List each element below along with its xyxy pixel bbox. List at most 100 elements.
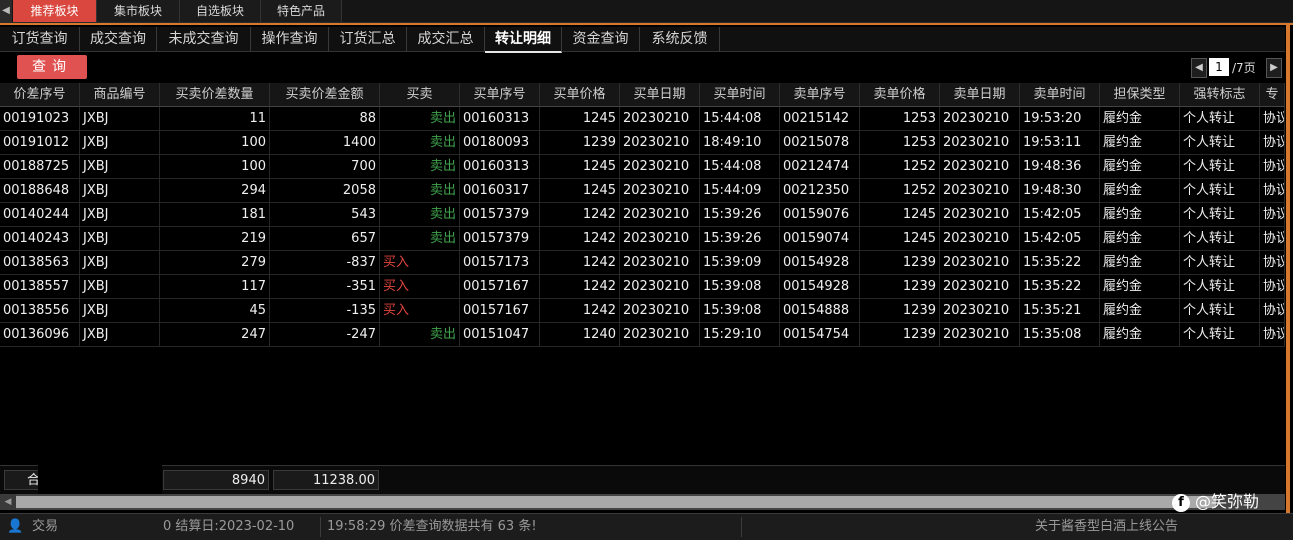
cell-spread-id[interactable]: 00140244 xyxy=(0,203,80,227)
cell-sell-date[interactable]: 20230210 xyxy=(940,227,1020,251)
scrollbar-thumb[interactable] xyxy=(16,496,1216,508)
cell-spread-qty[interactable]: 117 xyxy=(160,275,270,299)
cell-buy-time[interactable]: 15:44:08 xyxy=(700,107,780,131)
cell-buy-time[interactable]: 15:44:08 xyxy=(700,155,780,179)
cell-sell-price[interactable]: 1239 xyxy=(860,251,940,275)
cell-buy-price[interactable]: 1240 xyxy=(540,323,620,347)
cell-side[interactable]: 买入 xyxy=(380,251,460,275)
cell-buy-date[interactable]: 20230210 xyxy=(620,323,700,347)
cell-special[interactable]: 协议 xyxy=(1260,323,1285,347)
cell-sell-time[interactable]: 19:48:36 xyxy=(1020,155,1100,179)
cell-sell-order-id[interactable]: 00212474 xyxy=(780,155,860,179)
cell-spread-qty[interactable]: 181 xyxy=(160,203,270,227)
cell-buy-price[interactable]: 1245 xyxy=(540,107,620,131)
page-number-input[interactable]: 1 xyxy=(1209,58,1229,76)
cell-buy-price[interactable]: 1239 xyxy=(540,131,620,155)
cell-sell-order-id[interactable]: 00154928 xyxy=(780,251,860,275)
cell-product-code[interactable]: JXBJ xyxy=(80,131,160,155)
next-page-icon[interactable]: ▶ xyxy=(1266,58,1282,78)
cell-sell-order-id[interactable]: 00215142 xyxy=(780,107,860,131)
cell-force-flag[interactable]: 个人转让 xyxy=(1180,203,1260,227)
cell-spread-qty[interactable]: 45 xyxy=(160,299,270,323)
cell-product-code[interactable]: JXBJ xyxy=(80,227,160,251)
cell-spread-amount[interactable]: 2058 xyxy=(270,179,380,203)
cell-buy-time[interactable]: 18:49:10 xyxy=(700,131,780,155)
cell-sell-date[interactable]: 20230210 xyxy=(940,107,1020,131)
cell-guarantee-type[interactable]: 履约金 xyxy=(1100,131,1180,155)
cell-sell-price[interactable]: 1245 xyxy=(860,203,940,227)
tab-fund-query[interactable]: 资金查询 xyxy=(562,27,640,51)
cell-spread-amount[interactable]: -837 xyxy=(270,251,380,275)
tab-system-feedback[interactable]: 系统反馈 xyxy=(640,27,720,51)
cell-buy-order-id[interactable]: 00157167 xyxy=(460,299,540,323)
cell-sell-time[interactable]: 15:35:08 xyxy=(1020,323,1100,347)
cell-buy-order-id[interactable]: 00157173 xyxy=(460,251,540,275)
cell-sell-price[interactable]: 1245 xyxy=(860,227,940,251)
cell-spread-amount[interactable]: 700 xyxy=(270,155,380,179)
cell-sell-time[interactable]: 15:42:05 xyxy=(1020,203,1100,227)
cell-buy-order-id[interactable]: 00160317 xyxy=(460,179,540,203)
cell-spread-id[interactable]: 00188725 xyxy=(0,155,80,179)
cell-side[interactable]: 买入 xyxy=(380,299,460,323)
cell-spread-qty[interactable]: 294 xyxy=(160,179,270,203)
cell-buy-price[interactable]: 1242 xyxy=(540,227,620,251)
cell-buy-date[interactable]: 20230210 xyxy=(620,299,700,323)
cell-sell-price[interactable]: 1253 xyxy=(860,107,940,131)
cell-sell-price[interactable]: 1252 xyxy=(860,155,940,179)
cell-guarantee-type[interactable]: 履约金 xyxy=(1100,179,1180,203)
tab-deal-query[interactable]: 成交查询 xyxy=(80,27,157,51)
top-tab-recommended[interactable]: 推荐板块 xyxy=(13,0,97,22)
cell-spread-amount[interactable]: -135 xyxy=(270,299,380,323)
cell-buy-order-id[interactable]: 00157167 xyxy=(460,275,540,299)
cell-sell-price[interactable]: 1239 xyxy=(860,323,940,347)
cell-guarantee-type[interactable]: 履约金 xyxy=(1100,275,1180,299)
cell-special[interactable]: 协议 xyxy=(1260,155,1285,179)
cell-spread-id[interactable]: 00136096 xyxy=(0,323,80,347)
cell-spread-qty[interactable]: 11 xyxy=(160,107,270,131)
cell-spread-id[interactable]: 00138563 xyxy=(0,251,80,275)
tab-pending-query[interactable]: 未成交查询 xyxy=(157,27,251,51)
cell-product-code[interactable]: JXBJ xyxy=(80,203,160,227)
cell-sell-date[interactable]: 20230210 xyxy=(940,155,1020,179)
tab-order-query[interactable]: 订货查询 xyxy=(0,27,80,51)
cell-product-code[interactable]: JXBJ xyxy=(80,299,160,323)
cell-buy-time[interactable]: 15:39:08 xyxy=(700,299,780,323)
top-tab-featured[interactable]: 特色产品 xyxy=(261,0,342,22)
cell-force-flag[interactable]: 个人转让 xyxy=(1180,251,1260,275)
cell-sell-order-id[interactable]: 00154888 xyxy=(780,299,860,323)
cell-buy-order-id[interactable]: 00157379 xyxy=(460,203,540,227)
cell-buy-time[interactable]: 15:44:09 xyxy=(700,179,780,203)
cell-spread-qty[interactable]: 247 xyxy=(160,323,270,347)
cell-spread-id[interactable]: 00138557 xyxy=(0,275,80,299)
query-button[interactable]: 查询 xyxy=(17,55,87,79)
cell-side[interactable]: 卖出 xyxy=(380,227,460,251)
col-header-spread-amount[interactable]: 买卖价差金额 xyxy=(270,83,380,107)
cell-guarantee-type[interactable]: 履约金 xyxy=(1100,323,1180,347)
cell-buy-price[interactable]: 1245 xyxy=(540,179,620,203)
cell-force-flag[interactable]: 个人转让 xyxy=(1180,227,1260,251)
cell-buy-order-id[interactable]: 00157379 xyxy=(460,227,540,251)
cell-special[interactable]: 协议 xyxy=(1260,107,1285,131)
cell-buy-time[interactable]: 15:39:26 xyxy=(700,227,780,251)
col-header-buy-date[interactable]: 买单日期 xyxy=(620,83,700,107)
top-tab-watchlist[interactable]: 自选板块 xyxy=(180,0,261,22)
cell-product-code[interactable]: JXBJ xyxy=(80,107,160,131)
cell-buy-time[interactable]: 15:29:10 xyxy=(700,323,780,347)
tab-transfer-detail[interactable]: 转让明细 xyxy=(485,27,562,53)
cell-sell-price[interactable]: 1252 xyxy=(860,179,940,203)
col-header-product-code[interactable]: 商品编号 xyxy=(80,83,160,107)
cell-spread-amount[interactable]: 543 xyxy=(270,203,380,227)
cell-sell-date[interactable]: 20230210 xyxy=(940,251,1020,275)
cell-spread-id[interactable]: 00188648 xyxy=(0,179,80,203)
cell-side[interactable]: 卖出 xyxy=(380,155,460,179)
cell-special[interactable]: 协议 xyxy=(1260,299,1285,323)
cell-force-flag[interactable]: 个人转让 xyxy=(1180,299,1260,323)
cell-buy-order-id[interactable]: 00180093 xyxy=(460,131,540,155)
cell-spread-amount[interactable]: -351 xyxy=(270,275,380,299)
cell-sell-time[interactable]: 19:53:20 xyxy=(1020,107,1100,131)
cell-spread-id[interactable]: 00140243 xyxy=(0,227,80,251)
cell-side[interactable]: 卖出 xyxy=(380,131,460,155)
status-notice[interactable]: 关于酱香型白酒上线公告 xyxy=(1035,514,1178,540)
cell-sell-time[interactable]: 19:48:30 xyxy=(1020,179,1100,203)
cell-spread-qty[interactable]: 279 xyxy=(160,251,270,275)
